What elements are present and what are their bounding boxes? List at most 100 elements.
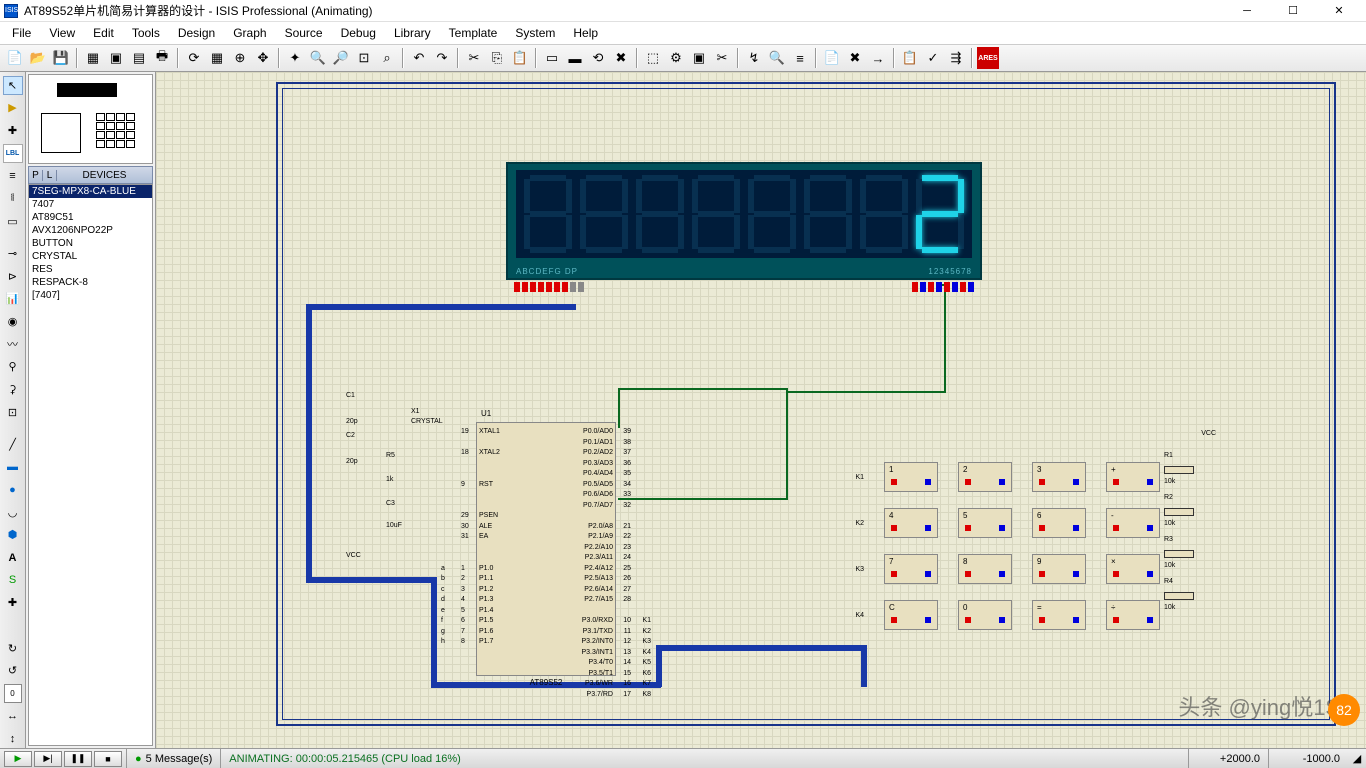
mirror-v-button[interactable]: ↕ xyxy=(3,729,23,748)
instrument-button[interactable]: ⊡ xyxy=(3,403,23,422)
menu-view[interactable]: View xyxy=(41,24,83,42)
menu-library[interactable]: Library xyxy=(386,24,439,42)
menu-tools[interactable]: Tools xyxy=(124,24,168,42)
step-button[interactable]: ▶| xyxy=(34,751,62,767)
keypad-button[interactable]: 3 xyxy=(1032,462,1086,492)
netlist-button[interactable]: ⇶ xyxy=(945,47,967,69)
keypad-button[interactable]: C xyxy=(884,600,938,630)
maximize-button[interactable]: ☐ xyxy=(1270,0,1316,22)
library-button[interactable]: L xyxy=(43,170,57,181)
device-item[interactable]: AVX1206NPO22P xyxy=(29,224,152,237)
symbol-button[interactable]: S xyxy=(3,571,23,590)
export-button[interactable]: ▤ xyxy=(128,47,150,69)
packaging-button[interactable]: ▣ xyxy=(688,47,710,69)
remove-sheet-button[interactable]: ✖ xyxy=(844,47,866,69)
device-item[interactable]: CRYSTAL xyxy=(29,250,152,263)
line-button[interactable]: ╱ xyxy=(3,435,23,454)
decompose-button[interactable]: ✂ xyxy=(711,47,733,69)
x1-ref[interactable]: X1 xyxy=(411,408,420,415)
component-mode-button[interactable]: ▶ xyxy=(3,99,23,118)
search-button[interactable]: 🔍 xyxy=(766,47,788,69)
zoom-out-button[interactable]: 🔎 xyxy=(330,47,352,69)
junction-mode-button[interactable]: ✚ xyxy=(3,121,23,140)
refresh-button[interactable]: ⟳ xyxy=(183,47,205,69)
center-button[interactable]: ✦ xyxy=(284,47,306,69)
menu-edit[interactable]: Edit xyxy=(85,24,122,42)
pause-button[interactable]: ❚❚ xyxy=(64,751,92,767)
text-script-button[interactable]: ≡ xyxy=(3,167,23,186)
device-item[interactable]: 7SEG-MPX8-CA-BLUE xyxy=(29,185,152,198)
keypad-button[interactable]: 8 xyxy=(958,554,1012,584)
goto-sheet-button[interactable]: → xyxy=(867,47,889,69)
pick-device-button[interactable]: P xyxy=(29,170,43,181)
keypad-button[interactable]: 1 xyxy=(884,462,938,492)
keypad-button[interactable]: 6 xyxy=(1032,508,1086,538)
undo-button[interactable]: ↶ xyxy=(408,47,430,69)
keypad-button[interactable]: = xyxy=(1032,600,1086,630)
print-button[interactable]: 🖶 xyxy=(151,47,173,69)
cut-button[interactable]: ✂ xyxy=(463,47,485,69)
vcc-terminal[interactable]: VCC xyxy=(346,552,361,559)
terminal-button[interactable]: ⊸ xyxy=(3,244,23,263)
block-move-button[interactable]: ▬ xyxy=(564,47,586,69)
block-rotate-button[interactable]: ⟲ xyxy=(587,47,609,69)
bus-mode-button[interactable]: ⧛ xyxy=(3,189,23,208)
minimize-button[interactable]: ─ xyxy=(1224,0,1270,22)
play-button[interactable]: ▶ xyxy=(4,751,32,767)
menu-template[interactable]: Template xyxy=(441,24,506,42)
block-delete-button[interactable]: ✖ xyxy=(610,47,632,69)
keypad-button[interactable]: 9 xyxy=(1032,554,1086,584)
marker-button[interactable]: ✚ xyxy=(3,594,23,613)
tape-button[interactable]: ◉ xyxy=(3,312,23,331)
paste-button[interactable]: 📋 xyxy=(509,47,531,69)
selection-mode-button[interactable]: ↖ xyxy=(3,76,23,95)
device-item[interactable]: [7407] xyxy=(29,289,152,302)
pan-button[interactable]: ✥ xyxy=(252,47,274,69)
current-probe-button[interactable]: ⚳ xyxy=(3,380,23,399)
pick-button[interactable]: ⬚ xyxy=(642,47,664,69)
device-item[interactable]: 7407 xyxy=(29,198,152,211)
message-indicator[interactable]: ● 5 Message(s) xyxy=(126,749,220,768)
keypad-button[interactable]: 5 xyxy=(958,508,1012,538)
graph-button[interactable]: 📊 xyxy=(3,289,23,308)
save-button[interactable]: 💾 xyxy=(50,47,72,69)
menu-design[interactable]: Design xyxy=(170,24,223,42)
text-button[interactable]: A xyxy=(3,548,23,567)
keypad-button[interactable]: 7 xyxy=(884,554,938,584)
erc-button[interactable]: ✓ xyxy=(922,47,944,69)
bom-button[interactable]: 📋 xyxy=(899,47,921,69)
menu-source[interactable]: Source xyxy=(277,24,331,42)
overview-window[interactable] xyxy=(28,74,153,164)
rotate-cw-button[interactable]: ↻ xyxy=(3,639,23,658)
resistor[interactable]: R410k xyxy=(1156,578,1216,620)
grid-button[interactable]: ▦ xyxy=(206,47,228,69)
path-button[interactable]: ⬢ xyxy=(3,526,23,545)
resistor[interactable]: R310k xyxy=(1156,536,1216,578)
new-sheet-button[interactable]: 📄 xyxy=(821,47,843,69)
mcu-chip[interactable]: U1 AT89S52 19XTAL118XTAL29RST29PSEN30ALE… xyxy=(476,422,616,676)
copy-button[interactable]: ⎘ xyxy=(486,47,508,69)
menu-file[interactable]: File xyxy=(4,24,39,42)
keypad-button[interactable]: 4 xyxy=(884,508,938,538)
new-button[interactable]: 📄 xyxy=(4,47,26,69)
open-button[interactable]: 📂 xyxy=(27,47,49,69)
device-item[interactable]: RES xyxy=(29,263,152,276)
c1-ref[interactable]: C1 xyxy=(346,392,355,399)
rotate-ccw-button[interactable]: ↺ xyxy=(3,661,23,680)
menu-graph[interactable]: Graph xyxy=(225,24,274,42)
schematic-canvas[interactable]: ABCDEFG DP 12345678 U1 AT89S52 19XTAL118… xyxy=(156,72,1366,748)
keypad-button[interactable]: + xyxy=(1106,462,1160,492)
zoom-all-button[interactable]: ⊡ xyxy=(353,47,375,69)
box-button[interactable]: ▬ xyxy=(3,458,23,477)
close-button[interactable]: ✕ xyxy=(1316,0,1362,22)
ares-button[interactable]: ARES xyxy=(977,47,999,69)
r5-ref[interactable]: R5 xyxy=(386,452,395,459)
keypad-button[interactable]: - xyxy=(1106,508,1160,538)
block-copy-button[interactable]: ▭ xyxy=(541,47,563,69)
keypad-button[interactable]: ÷ xyxy=(1106,600,1160,630)
vcc-right[interactable]: VCC xyxy=(1201,430,1216,437)
device-pin-button[interactable]: ⊳ xyxy=(3,267,23,286)
c3-ref[interactable]: C3 xyxy=(386,500,395,507)
import-button[interactable]: ▣ xyxy=(105,47,127,69)
wire-label-button[interactable]: LBL xyxy=(3,144,23,163)
